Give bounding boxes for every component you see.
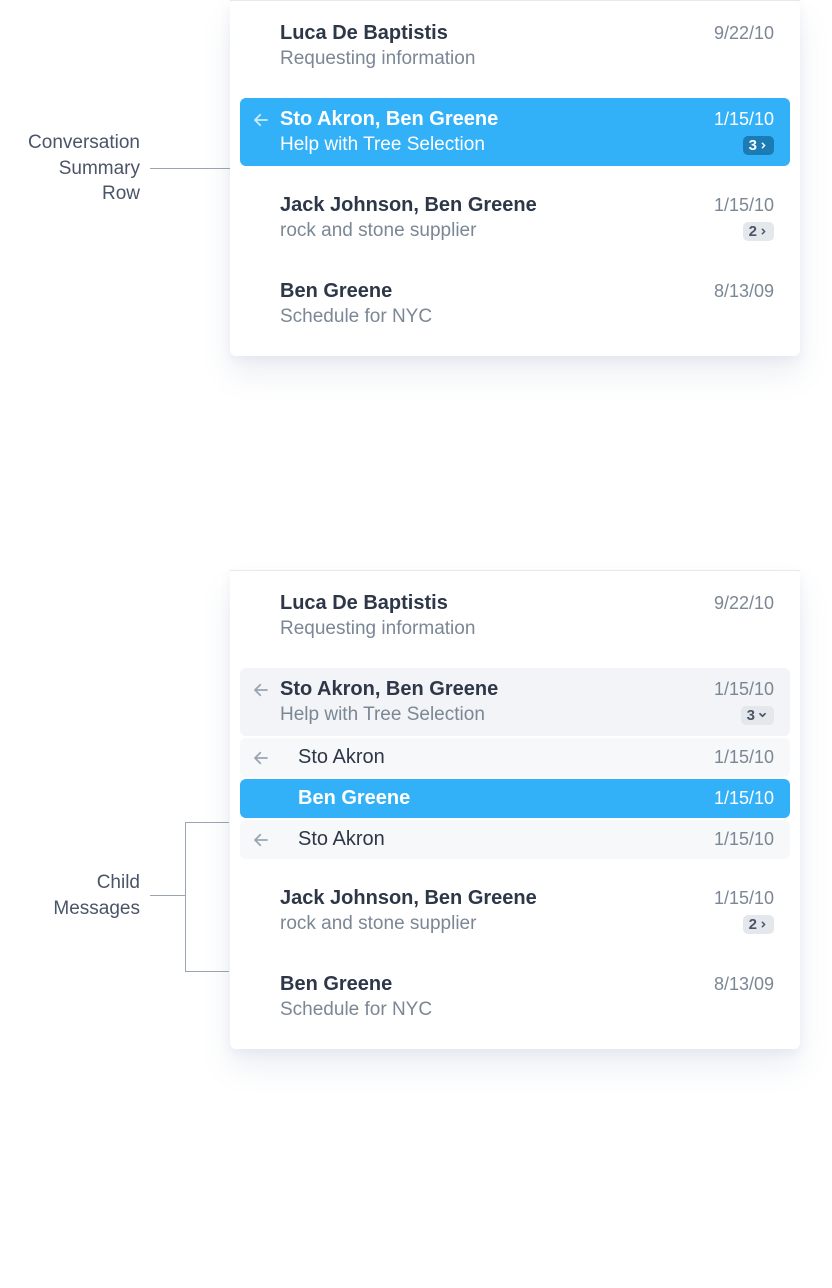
- sender-name: Jack Johnson, Ben Greene: [280, 887, 537, 910]
- connector-line: [150, 168, 230, 169]
- reply-arrow-icon: [252, 108, 280, 129]
- message-date: 8/13/09: [714, 281, 774, 302]
- row-leading-space: [252, 887, 280, 890]
- chevron-down-icon: [757, 710, 768, 720]
- reply-arrow-icon: [252, 746, 280, 767]
- message-subject: rock and stone supplier: [280, 913, 476, 935]
- chevron-right-icon: [759, 919, 768, 930]
- message-date: 1/15/10: [714, 195, 774, 216]
- sender-name: Ben Greene: [280, 280, 392, 303]
- thread-count-badge[interactable]: 2: [743, 222, 774, 241]
- conversation-row[interactable]: Luca De Baptistis 9/22/10 Requesting inf…: [240, 12, 790, 80]
- thread-count-badge[interactable]: 2: [743, 915, 774, 934]
- badge-count: 2: [749, 917, 757, 932]
- badge-count: 3: [749, 138, 757, 153]
- thread-count-badge[interactable]: 3: [743, 136, 774, 155]
- message-subject: Schedule for NYC: [280, 306, 774, 328]
- chevron-right-icon: [759, 226, 768, 237]
- message-subject: Requesting information: [280, 48, 774, 70]
- message-date: 1/15/10: [714, 109, 774, 130]
- row-leading-space: [252, 973, 280, 976]
- message-date: 1/15/10: [714, 829, 774, 850]
- conversation-row[interactable]: Jack Johnson, Ben Greene 1/15/10 rock an…: [240, 877, 790, 945]
- message-subject: rock and stone supplier: [280, 220, 476, 242]
- message-date: 1/15/10: [714, 747, 774, 768]
- conversation-row-expanded[interactable]: Sto Akron, Ben Greene 1/15/10 Help with …: [240, 668, 790, 736]
- connector-line: [150, 895, 185, 896]
- sender-name: Sto Akron: [298, 746, 385, 769]
- conversation-row[interactable]: Luca De Baptistis 9/22/10 Requesting inf…: [240, 582, 790, 650]
- bracket-line: [185, 822, 229, 972]
- sender-name: Luca De Baptistis: [280, 592, 448, 615]
- sender-name: Jack Johnson, Ben Greene: [280, 194, 537, 217]
- row-leading-space: [252, 22, 280, 25]
- panel-divider: [230, 0, 800, 1]
- conversation-panel-expanded: Luca De Baptistis 9/22/10 Requesting inf…: [230, 570, 800, 1049]
- message-subject: Help with Tree Selection: [280, 704, 485, 726]
- message-date: 1/15/10: [714, 788, 774, 809]
- message-subject: Schedule for NYC: [280, 999, 774, 1021]
- annotation-child-messages: Child Messages: [0, 870, 140, 921]
- child-message-row-selected[interactable]: Ben Greene 1/15/10: [240, 779, 790, 818]
- message-date: 8/13/09: [714, 974, 774, 995]
- reply-arrow-icon: [252, 678, 280, 699]
- row-leading-space: [252, 194, 280, 197]
- panel-divider: [230, 570, 800, 571]
- row-leading-space: [252, 592, 280, 595]
- sender-name: Luca De Baptistis: [280, 22, 448, 45]
- message-date: 9/22/10: [714, 593, 774, 614]
- sender-name: Ben Greene: [280, 973, 392, 996]
- message-date: 1/15/10: [714, 888, 774, 909]
- child-message-row[interactable]: Sto Akron 1/15/10: [240, 820, 790, 859]
- badge-count: 2: [749, 224, 757, 239]
- conversation-row[interactable]: Ben Greene 8/13/09 Schedule for NYC: [240, 270, 790, 338]
- badge-count: 3: [747, 708, 755, 723]
- chevron-right-icon: [759, 140, 768, 151]
- sender-name: Sto Akron, Ben Greene: [280, 108, 498, 131]
- sender-name: Sto Akron: [298, 828, 385, 851]
- message-date: 1/15/10: [714, 679, 774, 700]
- annotation-summary-row: Conversation Summary Row: [0, 130, 140, 207]
- message-subject: Requesting information: [280, 618, 774, 640]
- conversation-row-selected[interactable]: Sto Akron, Ben Greene 1/15/10 Help with …: [240, 98, 790, 166]
- conversation-row[interactable]: Jack Johnson, Ben Greene 1/15/10 rock an…: [240, 184, 790, 252]
- message-subject: Help with Tree Selection: [280, 134, 485, 156]
- thread-count-badge[interactable]: 3: [741, 706, 774, 725]
- conversation-panel-collapsed: Luca De Baptistis 9/22/10 Requesting inf…: [230, 0, 800, 356]
- message-date: 9/22/10: [714, 23, 774, 44]
- reply-arrow-icon: [252, 828, 280, 849]
- sender-name: Ben Greene: [298, 787, 410, 810]
- row-leading-space: [252, 787, 280, 790]
- row-leading-space: [252, 280, 280, 283]
- conversation-row[interactable]: Ben Greene 8/13/09 Schedule for NYC: [240, 963, 790, 1031]
- sender-name: Sto Akron, Ben Greene: [280, 678, 498, 701]
- child-message-row[interactable]: Sto Akron 1/15/10: [240, 738, 790, 777]
